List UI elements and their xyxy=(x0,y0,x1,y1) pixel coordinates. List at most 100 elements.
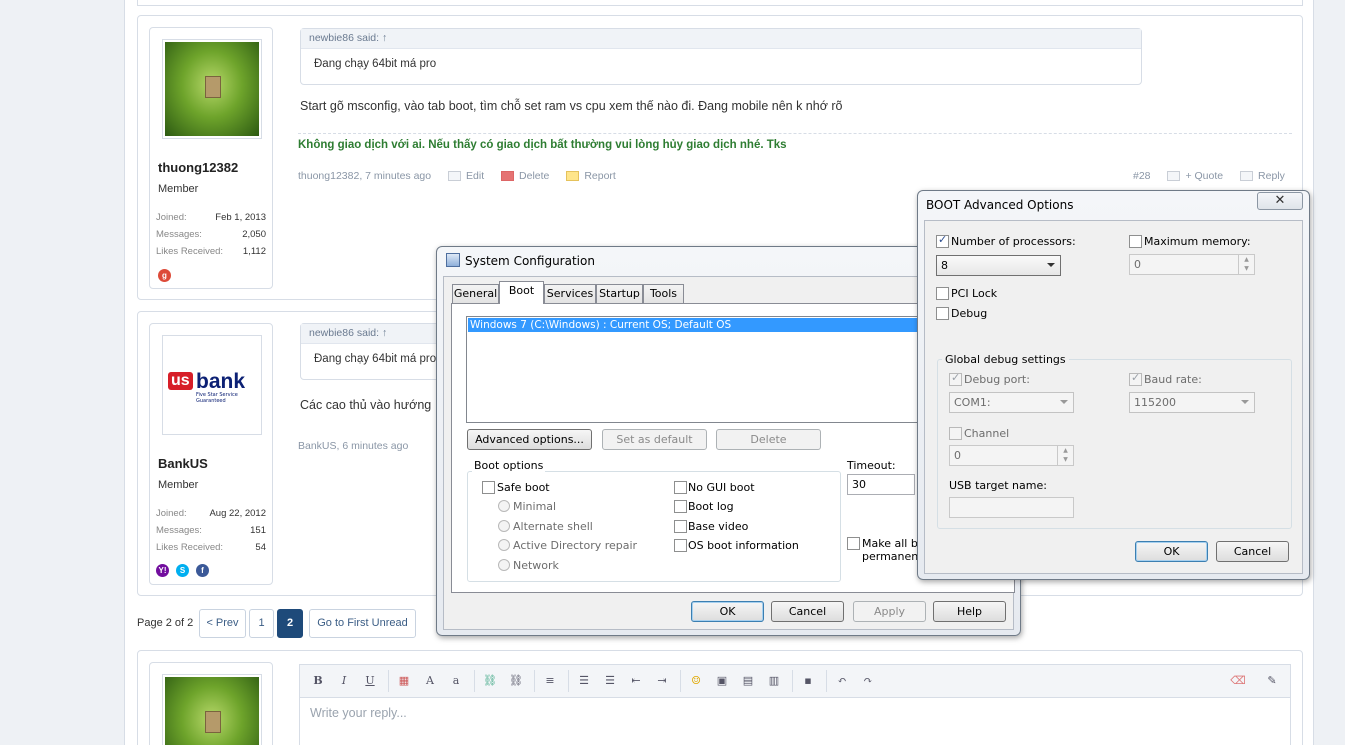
make-permanent-checkbox[interactable] xyxy=(847,537,860,550)
post-author-time[interactable]: BankUS, 6 minutes ago xyxy=(298,440,408,452)
outdent-icon[interactable]: ⇤ xyxy=(628,673,644,689)
num-processors-select[interactable]: 8 xyxy=(936,255,1061,276)
link-icon[interactable]: ⛓ xyxy=(482,673,498,689)
indent-icon[interactable]: ⇥ xyxy=(654,673,670,689)
timeout-input[interactable]: 30 xyxy=(847,474,915,495)
prev-page-button[interactable]: < Prev xyxy=(199,609,246,638)
edit-label: Edit xyxy=(466,170,485,182)
page-2-button[interactable]: 2 xyxy=(277,609,303,638)
facebook-icon[interactable]: f xyxy=(196,564,209,577)
bold-icon[interactable]: B xyxy=(310,673,326,689)
cancel-button[interactable]: Cancel xyxy=(1216,541,1289,562)
alternate-shell-radio[interactable] xyxy=(498,520,510,532)
delete-link[interactable]: Delete xyxy=(501,170,549,182)
minimal-radio[interactable] xyxy=(498,500,510,512)
tab-startup[interactable]: Startup xyxy=(596,284,643,303)
delete-button[interactable]: Delete xyxy=(716,429,821,450)
no-gui-boot-checkbox[interactable] xyxy=(674,481,687,494)
debug-port-checkbox[interactable] xyxy=(949,371,962,386)
tab-tools[interactable]: Tools xyxy=(643,284,684,303)
channel-input[interactable]: 0 ▲ ▼ xyxy=(949,445,1074,466)
bullet-list-icon[interactable]: ☰ xyxy=(576,673,592,689)
tab-general[interactable]: General xyxy=(452,284,499,303)
num-processors-value: 8 xyxy=(941,259,948,272)
font-family-icon[interactable]: a xyxy=(448,673,464,689)
first-unread-button[interactable]: Go to First Unread xyxy=(309,609,416,638)
avatar[interactable] xyxy=(162,39,262,139)
spinner-icon[interactable]: ▲ ▼ xyxy=(1057,446,1073,465)
max-memory-input[interactable]: 0 ▲ ▼ xyxy=(1129,254,1255,275)
boot-log-checkbox[interactable] xyxy=(674,500,687,513)
post-author-time[interactable]: thuong12382, 7 minutes ago xyxy=(298,170,431,182)
set-default-button[interactable]: Set as default xyxy=(602,429,707,450)
max-memory-checkbox[interactable] xyxy=(1129,235,1142,248)
chevron-down-icon xyxy=(1060,400,1068,404)
tab-boot[interactable]: Boot xyxy=(499,281,544,304)
channel-checkbox[interactable] xyxy=(949,427,962,440)
redo-icon[interactable]: ↷ xyxy=(860,673,876,689)
boot-advanced-options-window: BOOT Advanced Options ✕ Number of proces… xyxy=(917,190,1310,580)
boot-options-label: Boot options xyxy=(472,459,546,472)
number-list-icon[interactable]: ☰ xyxy=(602,673,618,689)
username[interactable]: thuong12382 xyxy=(158,160,238,175)
page-1-button[interactable]: 1 xyxy=(249,609,274,638)
cancel-button[interactable]: Cancel xyxy=(771,601,844,622)
apply-button[interactable]: Apply xyxy=(853,601,926,622)
editor-toolbar: B I U ▦ A a ⛓ ⛓ ≡ ☰ ☰ ⇤ ⇥ ☺ ▣ ▤ ▥ ▪ ↶ ↷ … xyxy=(299,664,1291,697)
message-text: Start gõ msconfig, vào tab boot, tìm chỗ… xyxy=(300,99,843,113)
help-button[interactable]: Help xyxy=(933,601,1006,622)
reply-icon xyxy=(1240,171,1254,182)
skype-icon[interactable]: S xyxy=(176,564,189,577)
pci-lock-checkbox[interactable] xyxy=(936,287,949,300)
underline-icon[interactable]: U xyxy=(362,673,378,689)
reply-button[interactable]: Reply xyxy=(1240,170,1285,182)
avatar[interactable]: us bank Five Star Service Guaranteed xyxy=(162,335,262,435)
undo-icon[interactable]: ↶ xyxy=(834,673,850,689)
insert-icon[interactable]: ▥ xyxy=(766,673,782,689)
ad-repair-radio[interactable] xyxy=(498,539,510,551)
post-number[interactable]: #28 xyxy=(1133,170,1151,182)
smilie-icon[interactable]: ☺ xyxy=(688,673,704,689)
image-icon[interactable]: ▣ xyxy=(714,673,730,689)
save-draft-icon[interactable]: ▪ xyxy=(800,673,816,689)
remove-format-icon[interactable]: ⌫ xyxy=(1230,673,1246,689)
tab-services[interactable]: Services xyxy=(544,284,596,303)
advanced-options-button[interactable]: Advanced options... xyxy=(467,429,592,450)
close-icon[interactable]: ✕ xyxy=(1257,192,1303,210)
quote-author[interactable]: newbie86 said: ↑ xyxy=(301,29,1141,49)
report-link[interactable]: Report xyxy=(566,170,616,182)
chevron-down-icon xyxy=(1047,263,1055,267)
ok-button[interactable]: OK xyxy=(691,601,764,622)
stat-messages: Messages: 151 xyxy=(156,525,266,536)
align-icon[interactable]: ≡ xyxy=(542,673,558,689)
network-radio[interactable] xyxy=(498,559,510,571)
italic-icon[interactable]: I xyxy=(336,673,352,689)
num-processors-checkbox[interactable] xyxy=(936,233,949,248)
baud-rate-checkbox[interactable] xyxy=(1129,371,1142,386)
quote-button[interactable]: + Quote xyxy=(1167,170,1223,182)
base-video-checkbox[interactable] xyxy=(674,520,687,533)
reply-input[interactable]: Write your reply... xyxy=(299,697,1291,745)
yahoo-icon[interactable]: Y! xyxy=(156,564,169,577)
baud-rate-select[interactable]: 115200 xyxy=(1129,392,1255,413)
unlink-icon[interactable]: ⛓ xyxy=(508,673,524,689)
safe-boot-checkbox[interactable] xyxy=(482,481,495,494)
message-text: Các cao thủ vào hướng xyxy=(300,398,432,412)
debug-checkbox[interactable] xyxy=(936,307,949,320)
media-icon[interactable]: ▤ xyxy=(740,673,756,689)
stat-value: 151 xyxy=(250,525,266,536)
font-size-icon[interactable]: A xyxy=(422,673,438,689)
edit-icon xyxy=(448,171,462,182)
debug-port-select[interactable]: COM1: xyxy=(949,392,1074,413)
spinner-icon[interactable]: ▲ ▼ xyxy=(1238,255,1254,274)
usb-target-input[interactable] xyxy=(949,497,1074,518)
google-plus-icon[interactable]: g xyxy=(158,269,171,282)
os-boot-info-checkbox[interactable] xyxy=(674,539,687,552)
report-icon xyxy=(566,171,580,182)
username[interactable]: BankUS xyxy=(158,456,208,471)
toggle-bbcode-icon[interactable]: ✎ xyxy=(1264,673,1280,689)
color-icon[interactable]: ▦ xyxy=(396,673,412,689)
edit-link[interactable]: Edit xyxy=(448,170,484,182)
signature-divider xyxy=(298,133,1292,134)
ok-button[interactable]: OK xyxy=(1135,541,1208,562)
